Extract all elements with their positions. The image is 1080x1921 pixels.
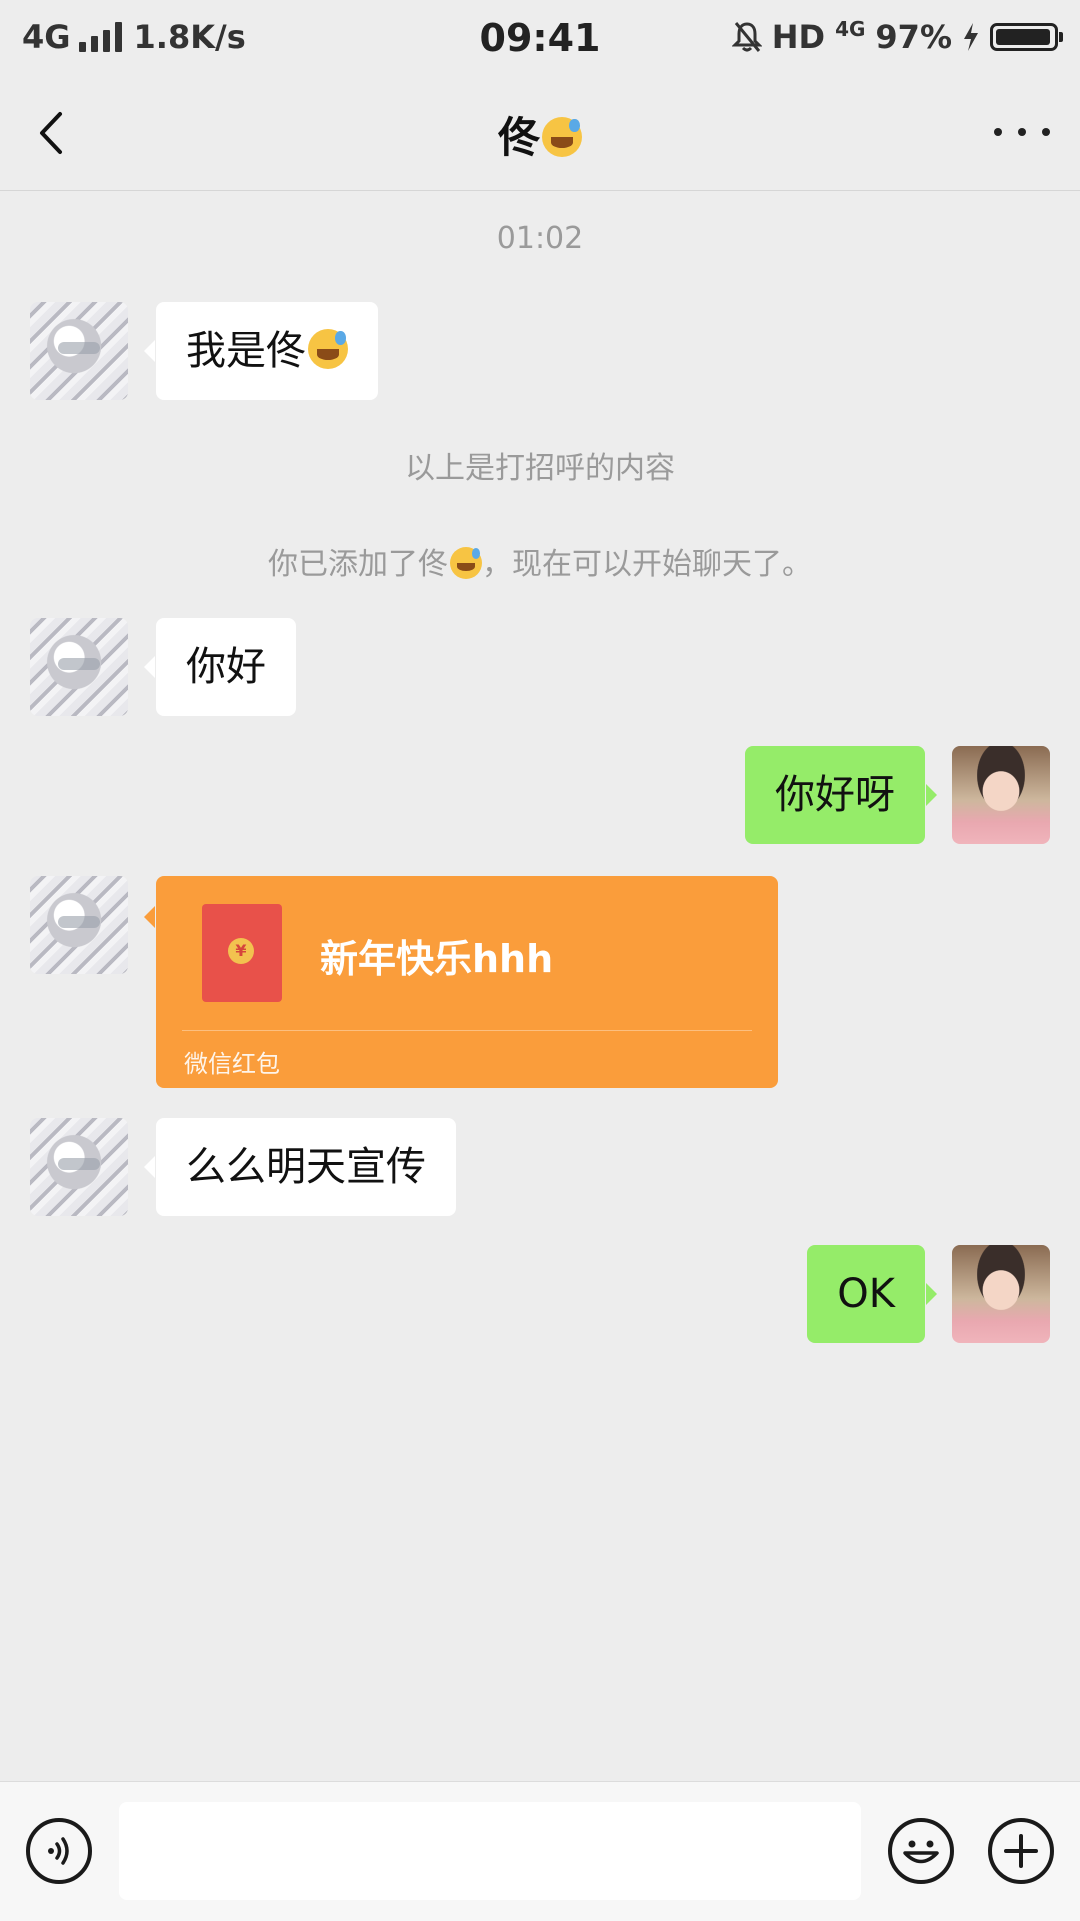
my-avatar[interactable] (952, 746, 1050, 844)
timestamp: 01:02 (496, 221, 584, 256)
chat-title: 佟 (0, 104, 1080, 165)
message-text: 我是佟 (186, 328, 306, 374)
message-input[interactable] (119, 1802, 861, 1900)
more-actions-button[interactable] (988, 1818, 1054, 1884)
red-packet-footer: 微信红包 (184, 1050, 280, 1078)
network-type-right: 4G (835, 17, 866, 41)
chat-title-text: 佟 (497, 113, 540, 162)
greeting-note: 以上是打招呼的内容 (405, 451, 675, 486)
more-button[interactable] (994, 104, 1050, 160)
message-bubble-incoming[interactable]: 我是佟 (144, 302, 378, 400)
nav-bar: 佟 (0, 76, 1080, 191)
contact-avatar[interactable] (30, 876, 128, 974)
emoji-button[interactable] (888, 1818, 954, 1884)
message-bubble-incoming[interactable]: 么么明天宣传 (144, 1118, 456, 1216)
battery-icon (990, 23, 1063, 51)
sweat-smile-emoji-icon (308, 329, 348, 369)
red-packet-card[interactable]: ¥ 新年快乐hhh 微信红包 (144, 876, 778, 1088)
dot-icon (994, 128, 1002, 136)
red-packet-title: 新年快乐hhh (320, 937, 554, 981)
message-text: 你好呀 (775, 772, 895, 818)
charging-icon (964, 23, 978, 51)
dot-icon (1018, 128, 1026, 136)
message-bubble-outgoing[interactable]: 你好呀 (745, 746, 937, 844)
message-bubble-outgoing[interactable]: OK (807, 1245, 937, 1343)
mute-bell-icon (731, 22, 762, 52)
message-text: 么么明天宣传 (186, 1144, 426, 1190)
divider (182, 1030, 752, 1031)
plus-icon (1004, 1834, 1038, 1868)
status-bar: 4G 1.8K/s 09:41 HD 4G 97% (0, 0, 1080, 76)
hd-badge: HD (771, 18, 826, 56)
contact-avatar[interactable] (30, 302, 128, 400)
voice-button[interactable] (26, 1818, 92, 1884)
my-avatar[interactable] (952, 1245, 1050, 1343)
input-bar (0, 1781, 1080, 1921)
voice-icon (48, 1837, 69, 1865)
sweat-smile-emoji-icon (450, 546, 482, 579)
contact-avatar[interactable] (30, 618, 128, 716)
message-bubble-incoming[interactable]: 你好 (144, 618, 296, 716)
status-right: HD 4G 97% (731, 17, 1063, 56)
added-contact-note: 你已添加了佟 ，现在可以开始聊天了。 (0, 539, 1080, 583)
battery-percent: 97% (875, 18, 952, 56)
dot-icon (1042, 128, 1050, 136)
emoji-icon (903, 1840, 939, 1864)
added-note-prefix: 你已添加了佟 (268, 547, 448, 582)
message-text: OK (837, 1271, 895, 1317)
sweat-smile-emoji-icon (542, 116, 582, 157)
chat-area[interactable]: 01:02 我是佟 以上是打招呼的内容 你已添加了佟 ，现在可以开始聊天了。 你好… (0, 191, 1080, 1781)
coin-icon: ¥ (228, 938, 254, 964)
added-note-suffix: ，现在可以开始聊天了。 (482, 547, 812, 582)
contact-avatar[interactable] (30, 1118, 128, 1216)
red-packet-icon: ¥ (202, 904, 282, 1002)
battery-fill (996, 29, 1050, 45)
message-text: 你好 (186, 644, 266, 690)
